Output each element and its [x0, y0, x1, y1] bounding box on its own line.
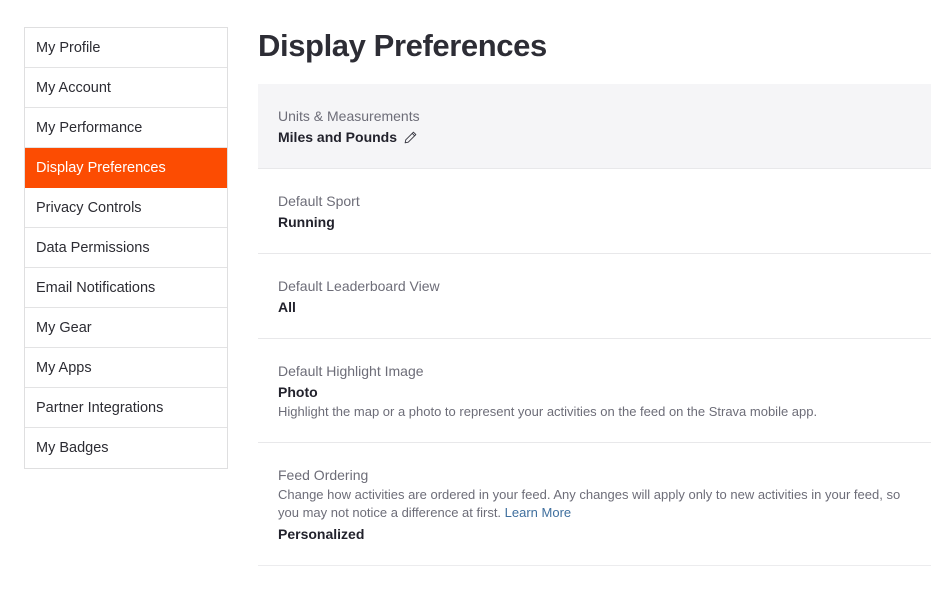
- sidebar-item-label: Email Notifications: [36, 280, 156, 296]
- preference-value: Running: [278, 214, 335, 230]
- preference-value: Personalized: [278, 526, 365, 542]
- sidebar-item-label: My Profile: [36, 40, 101, 56]
- settings-sidebar: My Profile My Account My Performance Dis…: [24, 27, 228, 469]
- preference-value-wrapper: Running: [278, 212, 911, 232]
- preference-row-default-sport[interactable]: Default Sport Running: [258, 169, 931, 254]
- preference-value: Photo: [278, 384, 318, 400]
- sidebar-item-label: Partner Integrations: [36, 400, 164, 416]
- sidebar-item-display-preferences[interactable]: Display Preferences: [25, 148, 227, 188]
- preference-label: Units & Measurements: [278, 108, 420, 124]
- sidebar-item-label: Data Permissions: [36, 240, 150, 256]
- sidebar-item-label: My Apps: [36, 360, 92, 376]
- sidebar-item-my-account[interactable]: My Account: [25, 68, 227, 108]
- preference-label: Default Leaderboard View: [278, 278, 440, 294]
- preference-label: Feed Ordering: [278, 467, 369, 483]
- preference-row-feed-ordering[interactable]: Feed Ordering Change how activities are …: [258, 443, 931, 566]
- main-content: Display Preferences Units & Measurements…: [258, 0, 931, 566]
- page-title: Display Preferences: [258, 28, 547, 63]
- sidebar-item-privacy-controls[interactable]: Privacy Controls: [25, 188, 227, 228]
- sidebar-item-my-profile[interactable]: My Profile: [25, 28, 227, 68]
- preference-row-units-measurements[interactable]: Units & Measurements Miles and Pounds: [258, 84, 931, 169]
- sidebar-item-label: Privacy Controls: [36, 200, 142, 216]
- preference-label: Default Highlight Image: [278, 363, 424, 379]
- learn-more-link[interactable]: Learn More: [505, 505, 571, 520]
- preference-row-default-leaderboard-view[interactable]: Default Leaderboard View All: [258, 254, 931, 339]
- pencil-edit-icon[interactable]: [404, 131, 417, 144]
- preference-description-text: Change how activities are ordered in you…: [278, 487, 901, 520]
- sidebar-item-my-gear[interactable]: My Gear: [25, 308, 227, 348]
- sidebar-item-label: My Performance: [36, 120, 143, 136]
- sidebar-item-my-badges[interactable]: My Badges: [25, 428, 227, 468]
- sidebar-item-label: My Account: [36, 80, 111, 96]
- preference-value-wrapper: All: [278, 297, 911, 317]
- sidebar-item-data-permissions[interactable]: Data Permissions: [25, 228, 227, 268]
- sidebar-item-my-apps[interactable]: My Apps: [25, 348, 227, 388]
- sidebar-item-label: Display Preferences: [36, 160, 166, 176]
- sidebar-item-partner-integrations[interactable]: Partner Integrations: [25, 388, 227, 428]
- preferences-list: Units & Measurements Miles and Pounds De…: [258, 84, 931, 566]
- sidebar-item-label: My Badges: [36, 440, 109, 456]
- preference-value: All: [278, 299, 296, 315]
- preference-row-default-highlight-image[interactable]: Default Highlight Image Photo Highlight …: [258, 339, 931, 443]
- preference-value: Miles and Pounds: [278, 129, 398, 145]
- preference-description: Highlight the map or a photo to represen…: [278, 404, 818, 419]
- preference-value-wrapper: Photo: [278, 382, 911, 402]
- sidebar-item-my-performance[interactable]: My Performance: [25, 108, 227, 148]
- sidebar-item-label: My Gear: [36, 320, 92, 336]
- preference-value-wrapper: Personalized: [278, 524, 911, 544]
- preference-value-wrapper: Miles and Pounds: [278, 127, 911, 147]
- preference-description: Change how activities are ordered in you…: [278, 486, 903, 522]
- sidebar-item-email-notifications[interactable]: Email Notifications: [25, 268, 227, 308]
- preference-label: Default Sport: [278, 193, 360, 209]
